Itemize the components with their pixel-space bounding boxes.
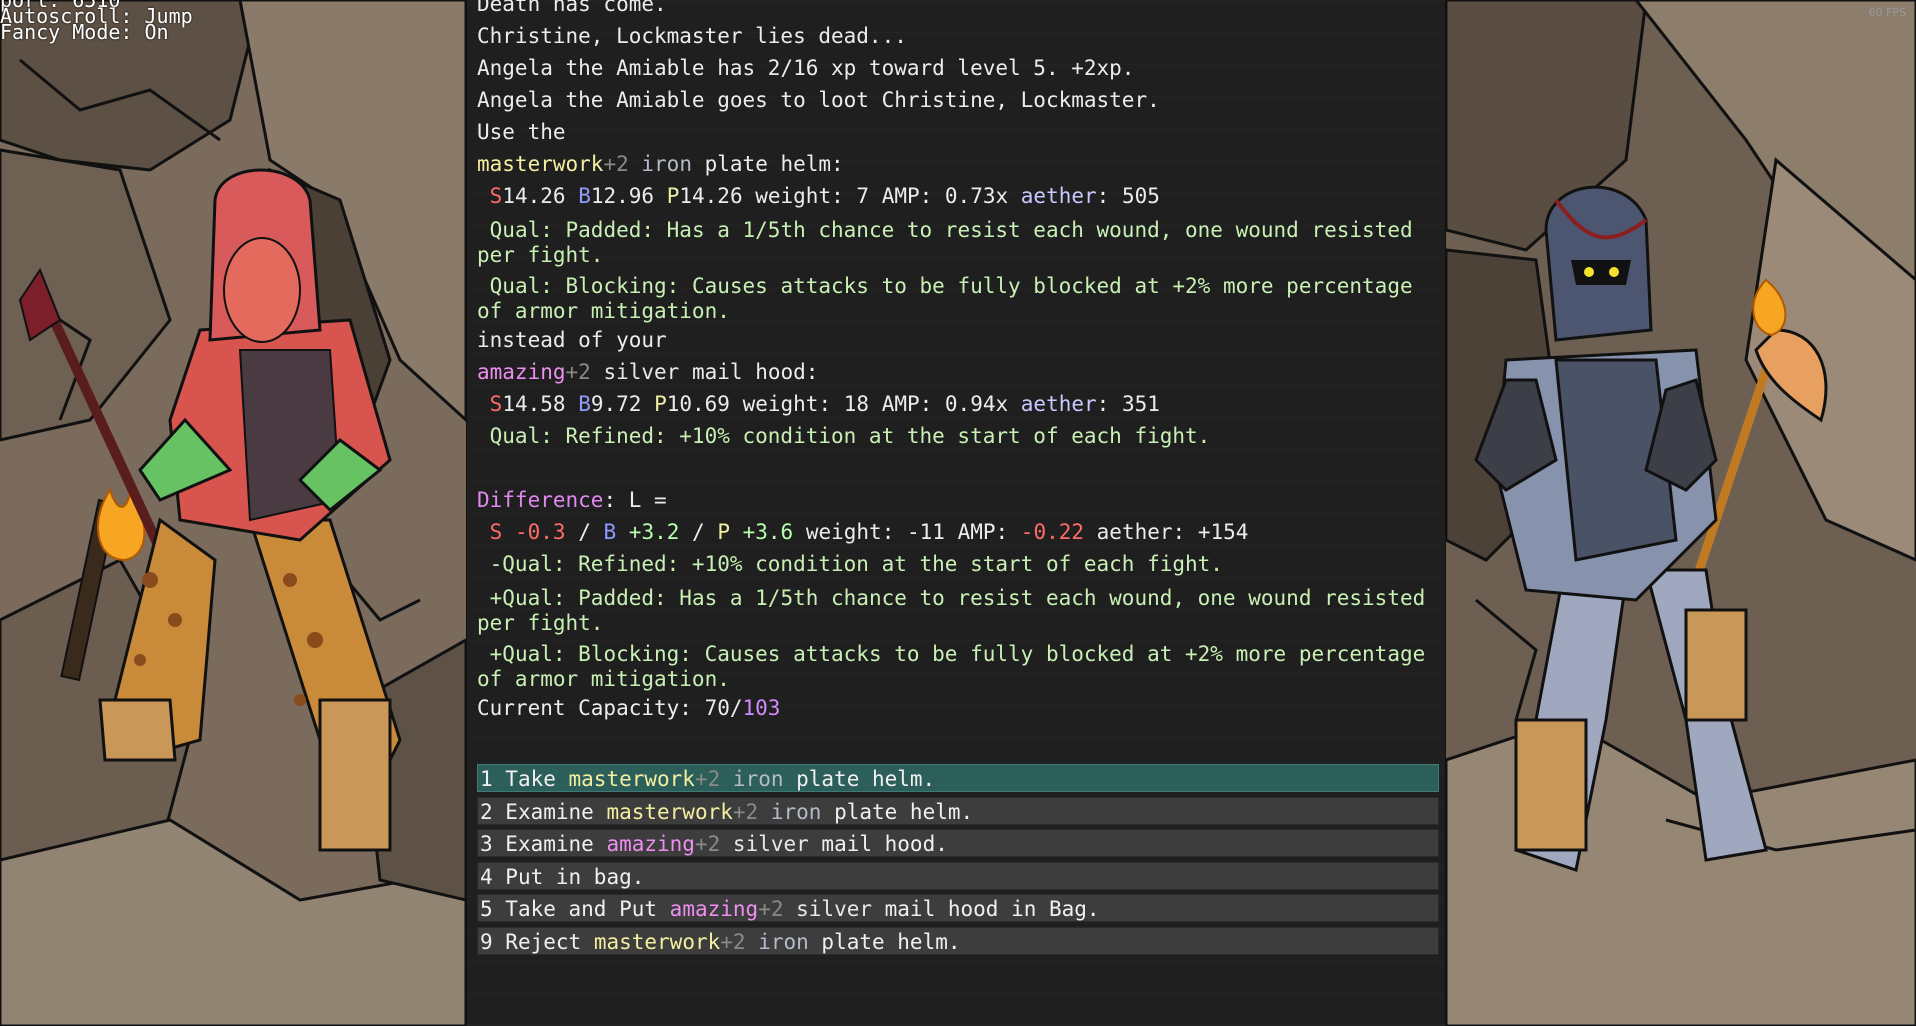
- item-quality-line: Qual: Refined: +10% condition at the sta…: [477, 424, 1211, 448]
- stat-amp: 0.73x: [944, 184, 1009, 208]
- log-line: Angela the Amiable has 2/16 xp toward le…: [477, 56, 1135, 80]
- log-line: Use the: [477, 120, 566, 144]
- difference-suffix: : L =: [603, 488, 667, 512]
- stat-s: 14.26: [502, 184, 566, 208]
- old-item-title: amazing+2 silver mail hood:: [477, 356, 1437, 388]
- diff-b: +3.2: [628, 520, 680, 544]
- fancy-mode-readout: Fancy Mode: On: [0, 20, 169, 44]
- difference-label: Difference: [477, 488, 604, 512]
- item-material: iron: [641, 152, 692, 176]
- capacity-label: Current Capacity: 70/: [477, 696, 743, 720]
- difference-header: Difference: L =: [477, 484, 1437, 516]
- fps-counter: 60 FPS: [1868, 6, 1906, 19]
- diff-quality-line: +Qual: Blocking: Causes attacks to be fu…: [477, 642, 1438, 691]
- player-illustration: [0, 0, 466, 1026]
- choice-menu: 1 Take masterwork+2 iron plate helm. 2 E…: [477, 764, 1439, 959]
- choice-examine-new[interactable]: 2 Examine masterwork+2 iron plate helm.: [477, 796, 1439, 825]
- message-log: Death has come. Christine, Lockmaster li…: [477, 0, 1437, 724]
- choice-examine-old[interactable]: 3 Examine amazing+2 silver mail hood.: [477, 829, 1439, 857]
- choice-put-in-bag[interactable]: 4 Put in bag.: [477, 861, 1439, 890]
- log-line: Angela the Amiable goes to loot Christin…: [477, 88, 1160, 112]
- new-item-title: masterwork+2 iron plate helm:: [477, 148, 1437, 180]
- diff-s: -0.3: [514, 520, 566, 544]
- stat-s: 14.58: [502, 392, 566, 416]
- item-bonus: +2: [603, 152, 629, 176]
- choice-take[interactable]: 1 Take masterwork+2 iron plate helm.: [477, 764, 1439, 792]
- item-quality-prefix: masterwork: [477, 152, 604, 176]
- stat-aether: 505: [1121, 184, 1160, 208]
- item-quality-line: Qual: Blocking: Causes attacks to be ful…: [477, 274, 1426, 323]
- item-bonus: +2: [565, 360, 591, 384]
- stat-aether: 351: [1121, 392, 1160, 416]
- choice-take-and-put[interactable]: 5 Take and Put amazing+2 silver mail hoo…: [477, 894, 1439, 922]
- diff-quality-line: -Qual: Refined: +10% condition at the st…: [477, 552, 1223, 576]
- diff-p: +3.6: [742, 520, 794, 544]
- stat-p: 10.69: [666, 392, 730, 416]
- item-name: mail hood:: [691, 360, 819, 384]
- item-material: silver: [603, 360, 680, 384]
- stat-b: 12.96: [590, 184, 655, 208]
- log-spacer: [477, 452, 1437, 484]
- item-name: plate helm:: [704, 152, 844, 176]
- choice-reject[interactable]: 9 Reject masterwork+2 iron plate helm.: [477, 926, 1439, 955]
- capacity-line: Current Capacity: 70/103: [477, 692, 1437, 724]
- log-line: Death has come.: [477, 0, 667, 16]
- log-line: instead of your: [477, 328, 667, 352]
- stat-weight: 7: [856, 184, 870, 208]
- capacity-max: 103: [742, 696, 781, 720]
- diff-amp: -0.22: [1020, 520, 1085, 544]
- diff-aether: +154: [1197, 520, 1249, 544]
- stat-amp: 0.94x: [944, 392, 1009, 416]
- item-quality-line: Qual: Padded: Has a 1/5th chance to resi…: [477, 218, 1426, 267]
- log-line: Christine, Lockmaster lies dead...: [477, 24, 907, 48]
- diff-weight: -11: [907, 520, 945, 544]
- stat-p: 14.26: [679, 184, 743, 208]
- enemy-illustration: [1446, 0, 1916, 1026]
- debug-overlay: port: 6510 Autoscroll: Jump Fancy Mode: …: [0, 0, 193, 44]
- enemy-scene: [1446, 0, 1916, 1026]
- old-item-stats: S14.58 B9.72 P10.69 weight: 18 AMP: 0.94…: [489, 392, 1160, 416]
- item-quality-prefix: amazing: [477, 360, 566, 384]
- message-log-panel: Death has come. Christine, Lockmaster li…: [466, 0, 1446, 1026]
- diff-quality-line: +Qual: Padded: Has a 1/5th chance to res…: [477, 586, 1438, 635]
- player-scene: [0, 0, 466, 1026]
- stat-b: 9.72: [590, 392, 642, 416]
- stat-weight: 18: [843, 392, 870, 416]
- new-item-stats: S14.26 B12.96 P14.26 weight: 7 AMP: 0.73…: [489, 184, 1160, 208]
- difference-stats: S -0.3 / B +3.2 / P +3.6 weight: -11 AMP…: [489, 520, 1249, 544]
